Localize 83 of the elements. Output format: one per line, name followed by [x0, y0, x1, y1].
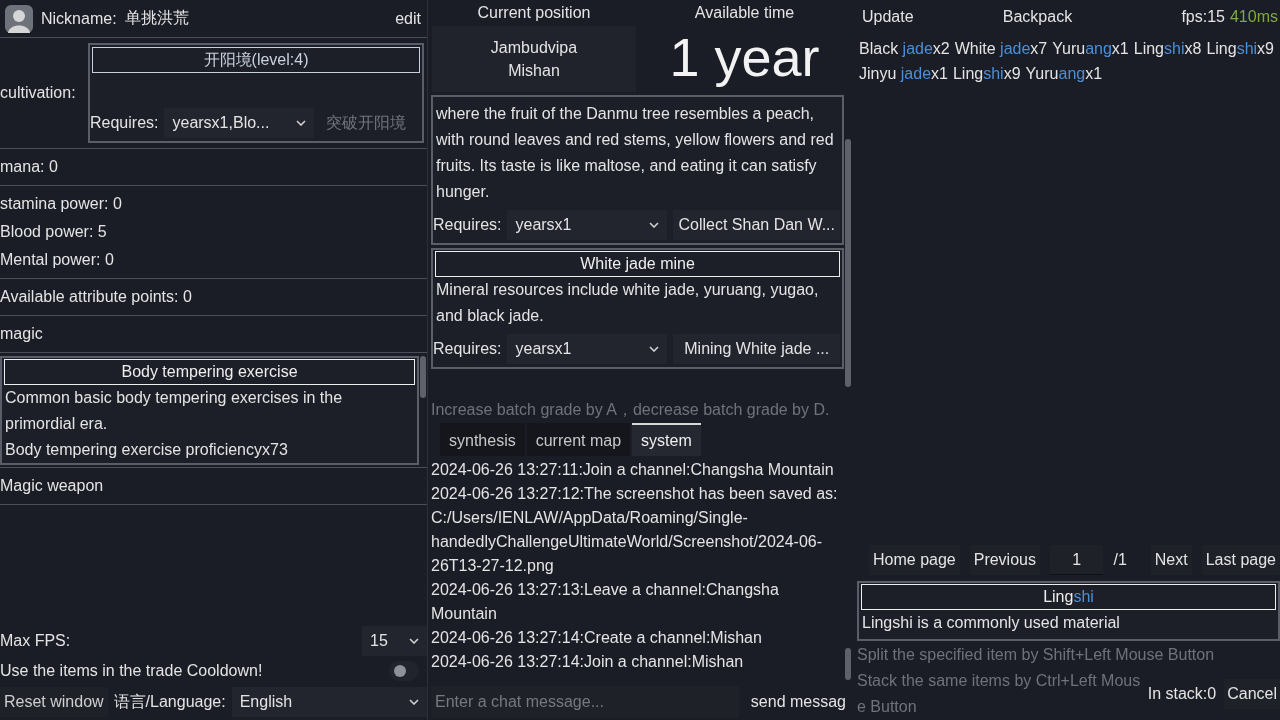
- send-button[interactable]: send messag: [750, 691, 846, 713]
- chevron-down-icon: [296, 120, 307, 126]
- requires-label: Requires:: [90, 114, 159, 132]
- log-message: 2024-06-26 13:27:11:Join a channel:Changsha Mountain: [431, 460, 835, 480]
- stack-count: In stack:0: [1147, 685, 1217, 703]
- fps-text: fps:15: [1181, 7, 1225, 26]
- region-text: Jambudvipa: [490, 38, 578, 58]
- toggle-switch[interactable]: [389, 661, 419, 681]
- log-message: 2024-06-26 13:27:12:The screenshot has been saved as: C:/Users/IENLAW/AppData/Roaming/Single-handedlyChallengeUltimateWorld/Screenshot/2024-06-26T13-27-12.png: [431, 484, 839, 576]
- time-label: Available time: [694, 3, 795, 23]
- section-title: magic: [0, 324, 44, 344]
- stat-text: stamina power: 0: [0, 194, 123, 214]
- batch-hint: Increase batch grade by A，decrease batch grade by D.: [431, 400, 831, 420]
- hint-text: Stack the same items by Ctrl+Left Mouse Button: [857, 671, 1142, 717]
- edit-button[interactable]: edit: [395, 7, 421, 30]
- cooldown-label: Use the items in the trade Cooldown!: [0, 662, 263, 680]
- cancel-button[interactable]: Cancel: [1224, 679, 1280, 709]
- next-button[interactable]: Next: [1150, 545, 1192, 575]
- stat-text: Mental power: 0: [0, 250, 115, 270]
- nickname-text: 单挑洪荒: [124, 8, 189, 28]
- backpack-item[interactable]: Yuruangx1: [1052, 36, 1129, 61]
- skill-title: Body tempering exercise: [4, 359, 415, 385]
- language-label: 语言/Language:: [113, 691, 226, 712]
- language-dropdown[interactable]: English: [231, 687, 427, 717]
- avatar-icon: [5, 4, 33, 33]
- scrollbar-thumb[interactable]: [845, 648, 851, 680]
- reset-window-button[interactable]: Reset window: [0, 687, 108, 717]
- action-title: White jade mine: [435, 251, 840, 277]
- log-message: 2024-06-26 13:27:14:Create a channel:Mishan: [431, 628, 763, 648]
- chat-tab[interactable]: current map: [526, 423, 631, 456]
- skill-proficiency: Body tempering exercise proficiencyx73: [4, 440, 289, 460]
- backpack-item[interactable]: White jadex7: [954, 36, 1048, 61]
- item-title: Lingshi: [861, 584, 1276, 610]
- page-total: /1: [1113, 551, 1127, 569]
- backpack-item[interactable]: Black jadex2: [859, 36, 950, 61]
- section-title: Magic weapon: [0, 476, 105, 496]
- skill-card[interactable]: Body tempering exercise Common basic body tempering exercises in the primordial era. Body tempering exercise proficiencyx73: [0, 356, 419, 465]
- chevron-down-icon: [409, 638, 419, 644]
- update-button[interactable]: Update: [857, 5, 914, 28]
- page-field[interactable]: 1: [1049, 545, 1104, 575]
- home-page-button[interactable]: Home page: [869, 545, 960, 575]
- hint-text: Split the specified item by Shift+Left Mouse Button: [857, 645, 1216, 665]
- backpack-item[interactable]: Lingshix9: [1206, 36, 1274, 61]
- scrollbar-thumb[interactable]: [420, 356, 426, 398]
- fps-dropdown[interactable]: 15: [362, 626, 427, 656]
- latency-text: 410ms: [1229, 7, 1278, 26]
- chat-tab[interactable]: synthesis: [440, 423, 525, 456]
- backpack-title: Backpack: [1001, 7, 1074, 26]
- requires-dropdown[interactable]: yearsx1: [507, 210, 668, 240]
- action-description: Mineral resources include white jade, yuruang, yugao, and black jade.: [435, 280, 820, 326]
- backpack-item[interactable]: Yuruangx1: [1025, 61, 1103, 86]
- scrollbar-thumb[interactable]: [845, 139, 851, 387]
- requires-label: Requires:: [433, 216, 502, 234]
- requires-label: Requires:: [433, 340, 502, 358]
- last-page-button[interactable]: Last page: [1201, 545, 1280, 575]
- log-message: 2024-06-26 13:27:14:Join a channel:Mishan: [431, 652, 745, 672]
- chevron-down-icon: [649, 222, 660, 228]
- requires-dropdown[interactable]: yearsx1,Blo...: [164, 108, 315, 138]
- stat-text: Available attribute points: 0: [0, 287, 193, 307]
- action-description: where the fruit of the Danmu tree resembles a peach, with round leaves and red stems, yellow flowers and red fruits. Its taste is like maltose, and eating it can satisfy hunger.: [435, 104, 835, 202]
- time-value: 1 year: [669, 26, 820, 88]
- chevron-down-icon: [409, 699, 419, 705]
- position-label: Current position: [477, 3, 591, 23]
- action-button[interactable]: Mining White jade ...: [673, 334, 840, 364]
- stat-text: mana: 0: [0, 157, 59, 177]
- skill-description: Common basic body tempering exercises in the primordial era.: [4, 388, 344, 434]
- backpack-item[interactable]: Jinyu jadex1: [859, 61, 948, 86]
- nickname-label: Nickname:: [41, 9, 117, 28]
- chat-input[interactable]: Enter a chat message...: [431, 686, 739, 718]
- cultivation-label: cultivation:: [0, 84, 77, 102]
- backpack-item[interactable]: Lingshix9: [952, 61, 1021, 86]
- backpack-item[interactable]: Lingshix8: [1133, 36, 1202, 61]
- chevron-down-icon: [649, 346, 660, 352]
- max-fps-label: Max FPS:: [0, 632, 71, 650]
- requires-dropdown[interactable]: yearsx1: [507, 334, 668, 364]
- previous-button[interactable]: Previous: [969, 545, 1040, 575]
- realm-title: 开阳境(level:4): [92, 47, 420, 73]
- log-message: 2024-06-26 13:27:13:Leave a channel:Changsha Mountain: [431, 580, 780, 624]
- stat-text: Blood power: 5: [0, 222, 108, 242]
- item-description: Lingshi is a commonly used material: [861, 613, 1121, 633]
- action-button[interactable]: Collect Shan Dan W...: [673, 210, 840, 240]
- chat-tab[interactable]: system: [632, 423, 701, 456]
- place-text: Mishan: [508, 61, 560, 81]
